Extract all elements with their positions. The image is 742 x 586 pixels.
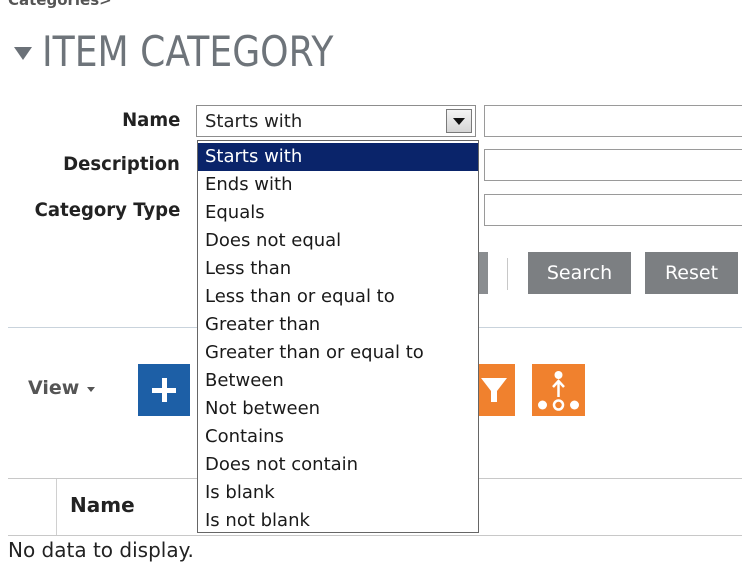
category-type-value-input[interactable] xyxy=(484,194,742,226)
view-menu-label: View xyxy=(28,377,80,399)
dropdown-option[interactable]: Less than xyxy=(198,255,478,283)
dropdown-option[interactable]: Between xyxy=(198,367,478,395)
view-menu[interactable]: View xyxy=(28,377,96,399)
hierarchy-button[interactable] xyxy=(532,364,585,416)
search-button[interactable]: Search xyxy=(528,252,631,294)
name-column-header[interactable]: Name xyxy=(70,493,135,517)
add-button[interactable] xyxy=(138,364,190,416)
button-separator xyxy=(507,258,508,290)
category-type-label: Category Type xyxy=(34,199,180,221)
name-operator-value: Starts with xyxy=(205,110,303,132)
select-column-header[interactable] xyxy=(8,479,57,535)
dropdown-option[interactable]: Less than or equal to xyxy=(198,283,478,311)
hierarchy-icon xyxy=(538,371,579,411)
dropdown-option[interactable]: Is not blank xyxy=(198,507,478,535)
collapse-triangle-icon[interactable] xyxy=(14,46,32,60)
name-value-input[interactable] xyxy=(484,105,742,137)
dropdown-option[interactable]: Greater than xyxy=(198,311,478,339)
operator-dropdown-list[interactable]: Starts with Ends with Equals Does not eq… xyxy=(197,140,479,533)
dropdown-option[interactable]: Contains xyxy=(198,423,478,451)
breadcrumb[interactable]: Categories> xyxy=(8,0,112,9)
dropdown-option[interactable]: Not between xyxy=(198,395,478,423)
name-label: Name xyxy=(121,109,180,131)
name-operator-select[interactable]: Starts with xyxy=(196,105,476,137)
empty-table-message: No data to display. xyxy=(8,538,194,562)
dropdown-arrow-button[interactable] xyxy=(446,109,472,133)
hidden-button-edge[interactable] xyxy=(478,252,488,294)
section-title: ITEM CATEGORY xyxy=(42,26,334,76)
caret-down-icon xyxy=(87,387,96,392)
chevron-down-icon xyxy=(453,117,465,125)
dropdown-option[interactable]: Equals xyxy=(198,199,478,227)
dropdown-option[interactable]: Starts with xyxy=(198,143,478,171)
filter-button[interactable] xyxy=(479,364,515,416)
dropdown-option[interactable]: Greater than or equal to xyxy=(198,339,478,367)
description-label: Description xyxy=(63,153,180,175)
dropdown-option[interactable]: Ends with xyxy=(198,171,478,199)
reset-button[interactable]: Reset xyxy=(645,252,738,294)
dropdown-option[interactable]: Does not equal xyxy=(198,227,478,255)
dropdown-option[interactable]: Is blank xyxy=(198,479,478,507)
description-value-input[interactable] xyxy=(484,149,742,181)
dropdown-option[interactable]: Does not contain xyxy=(198,451,478,479)
filter-icon xyxy=(481,378,507,402)
section-header[interactable]: ITEM CATEGORY xyxy=(14,26,381,76)
